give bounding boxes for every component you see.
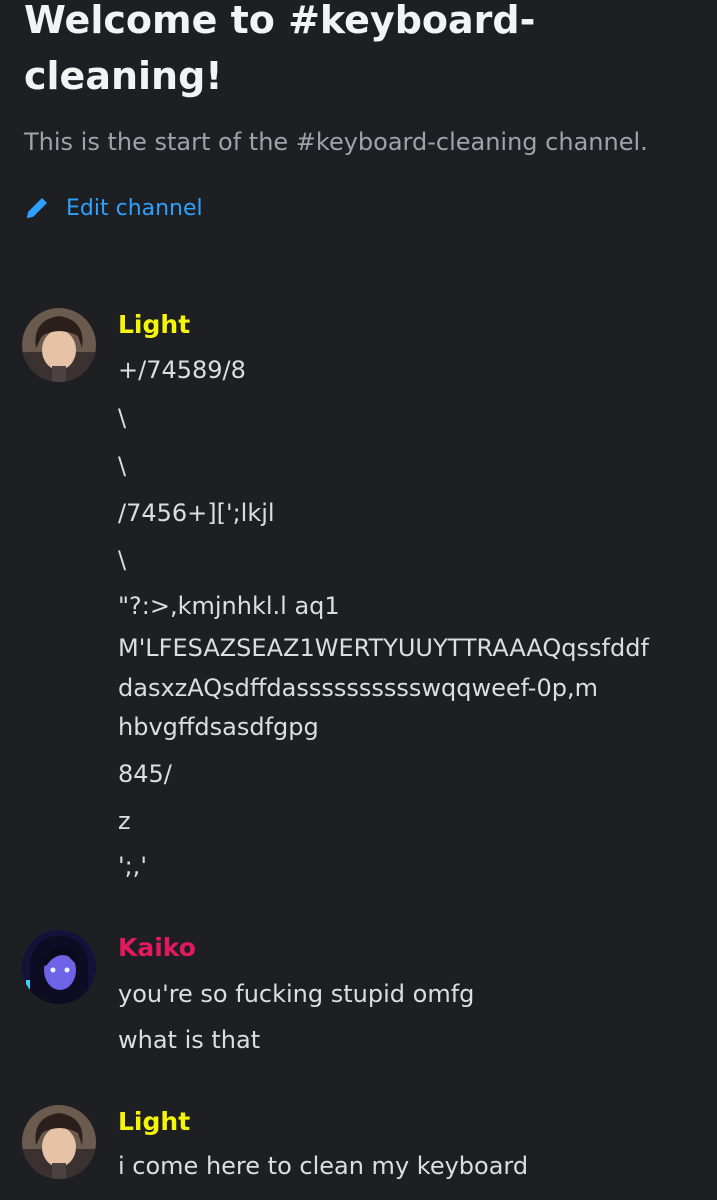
- message-line: "?:>,kmjnhkl.l aq1: [118, 592, 340, 620]
- message-line: dasxzAQsdffdasssssssssswqqweef-0p,m: [118, 674, 598, 702]
- edit-channel-label: Edit channel: [66, 195, 203, 221]
- avatar[interactable]: [22, 308, 96, 382]
- message-line: \: [118, 452, 127, 480]
- message-line: i come here to clean my keyboard: [118, 1152, 529, 1180]
- message-line: ';,': [118, 852, 147, 880]
- avatar[interactable]: [22, 1105, 96, 1179]
- avatar[interactable]: [22, 930, 96, 1004]
- message-line: /7456+][';lkjl: [118, 499, 275, 527]
- message-line: M'LFESAZSEAZ1WERTYUUYTTRAAAQqssfddf: [118, 634, 649, 662]
- message-line: z: [118, 807, 131, 835]
- message-line: +/74589/8: [118, 356, 246, 384]
- message-author[interactable]: Light: [118, 1107, 190, 1136]
- message-line: what is that: [118, 1026, 261, 1054]
- message-line: \: [118, 546, 127, 574]
- message-line: 845/: [118, 760, 172, 788]
- message-author[interactable]: Light: [118, 310, 190, 339]
- message-author[interactable]: Kaiko: [118, 933, 196, 962]
- edit-channel-button[interactable]: Edit channel: [22, 190, 203, 226]
- message-line: \: [118, 404, 127, 432]
- channel-chat-view: Welcome to #keyboard- cleaning! This is …: [0, 0, 717, 1200]
- message-line: you're so fucking stupid omfg: [118, 980, 475, 1008]
- pencil-icon: [27, 198, 47, 218]
- message-line: hbvgffdsasdfgpg: [118, 713, 319, 741]
- channel-welcome-title: Welcome to #keyboard- cleaning!: [24, 0, 536, 98]
- channel-welcome-subtitle: This is the start of the #keyboard-clean…: [24, 128, 648, 156]
